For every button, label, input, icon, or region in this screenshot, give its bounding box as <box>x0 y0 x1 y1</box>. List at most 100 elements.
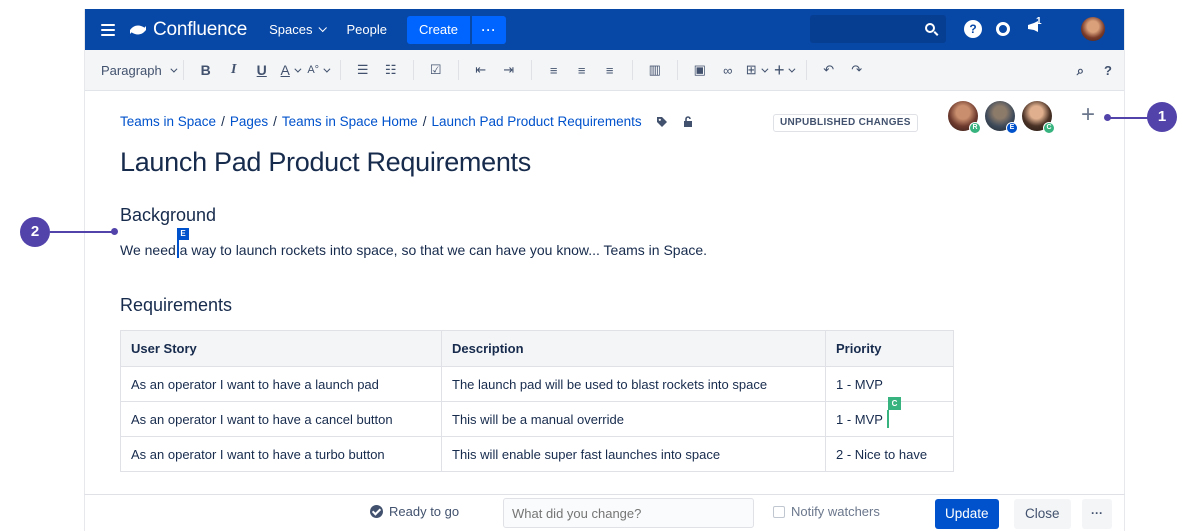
ready-status: Ready to go <box>370 504 459 519</box>
chevron-down-icon <box>170 65 178 73</box>
bullet-list-icon[interactable]: ☰ <box>352 58 374 82</box>
align-right-icon[interactable]: ≡ <box>599 58 621 82</box>
table-header-row: User Story Description Priority <box>120 330 954 367</box>
table-cell[interactable]: As an operator I want to have a launch p… <box>120 366 442 402</box>
avatar[interactable]: E <box>985 101 1018 134</box>
avatar[interactable]: C <box>1022 101 1055 134</box>
align-center-icon[interactable]: ≡ <box>571 58 593 82</box>
invite-collaborator-button[interactable]: + <box>1074 102 1102 130</box>
notify-watchers-option[interactable]: Notify watchers <box>773 504 880 519</box>
table-cell[interactable]: This will be a manual override <box>441 401 826 437</box>
more-options-button[interactable]: ··· <box>1082 499 1112 529</box>
callout-connector <box>50 231 112 233</box>
image-icon[interactable]: ▣ <box>689 58 711 82</box>
editor-help-icon[interactable]: ? <box>1104 63 1112 78</box>
text-color-button[interactable]: A <box>279 58 302 82</box>
table-row: As an operator I want to have a cancel b… <box>120 401 954 437</box>
avatar[interactable]: R <box>948 101 981 134</box>
chevron-down-icon <box>323 65 331 73</box>
collaborator-cursor-flag: E <box>177 228 189 240</box>
paragraph-style-dropdown[interactable]: Paragraph <box>101 62 178 78</box>
table-header-cell[interactable]: User Story <box>120 330 442 367</box>
requirements-table[interactable]: User Story Description Priority As an op… <box>120 330 954 472</box>
toolbar-divider <box>676 60 678 80</box>
requirements-heading[interactable]: Requirements <box>120 295 232 316</box>
restrictions-unlock-icon[interactable] <box>682 115 694 128</box>
search-input[interactable] <box>810 15 946 43</box>
status-badge: UNPUBLISHED CHANGES <box>773 114 918 132</box>
table-row: As an operator I want to have a launch p… <box>120 366 954 402</box>
numbered-list-icon[interactable]: ☷ <box>380 58 402 82</box>
create-button[interactable]: Create <box>406 15 471 44</box>
collaborator-cursor <box>887 410 889 428</box>
table-cell[interactable]: This will enable super fast launches int… <box>441 436 826 472</box>
spaces-menu[interactable]: Spaces <box>269 22 327 37</box>
spaces-label: Spaces <box>269 22 313 37</box>
page-title[interactable]: Launch Pad Product Requirements <box>120 147 531 178</box>
toolbar-divider <box>631 60 633 80</box>
align-left-icon[interactable]: ≡ <box>543 58 565 82</box>
toolbar-divider <box>339 60 341 80</box>
confluence-logo[interactable]: Confluence <box>129 19 247 41</box>
task-list-icon[interactable]: ☑ <box>425 58 447 82</box>
table-cell[interactable]: As an operator I want to have a cancel b… <box>120 401 442 437</box>
toolbar-divider <box>530 60 532 80</box>
find-replace-icon[interactable]: ⌕ <box>1077 63 1084 79</box>
top-navigation-bar: Confluence Spaces People Create ··· ? 1 <box>85 9 1124 50</box>
page-layout-icon[interactable]: ▥ <box>644 58 666 82</box>
breadcrumb-item[interactable]: Teams in Space <box>120 114 216 129</box>
link-icon[interactable]: ∞ <box>717 58 739 82</box>
collaborator-badge: R <box>969 122 981 134</box>
background-heading[interactable]: Background <box>120 205 216 226</box>
search-icon <box>925 23 935 33</box>
confluence-logo-icon <box>130 25 146 34</box>
paragraph-style-label: Paragraph <box>101 62 162 78</box>
collaborator-cursor-flag: C <box>888 397 901 410</box>
menu-icon[interactable] <box>101 23 115 36</box>
callout-dot <box>1104 114 1111 121</box>
people-link[interactable]: People <box>347 22 387 37</box>
table-cell[interactable]: 2 - Nice to have <box>825 436 954 472</box>
chevron-down-icon <box>788 65 796 73</box>
user-avatar[interactable] <box>1081 17 1105 41</box>
change-comment-input[interactable] <box>503 498 754 528</box>
outdent-icon[interactable]: ⇤ <box>470 58 492 82</box>
table-cell[interactable]: As an operator I want to have a turbo bu… <box>120 436 442 472</box>
indent-icon[interactable]: ⇥ <box>498 58 520 82</box>
app-name: Confluence <box>153 18 248 40</box>
notifications-icon[interactable]: 1 <box>1027 16 1045 38</box>
bold-button[interactable]: B <box>195 58 217 82</box>
background-paragraph[interactable]: We need a way to launch rockets into spa… <box>120 242 707 258</box>
close-button[interactable]: Close <box>1014 499 1071 529</box>
callout-badge: 1 <box>1147 102 1177 132</box>
collaborator-badge: E <box>1006 122 1018 134</box>
chevron-down-icon <box>761 65 769 73</box>
breadcrumb-item[interactable]: Pages <box>230 114 268 129</box>
help-icon[interactable]: ? <box>964 20 982 38</box>
table-cell[interactable]: The launch pad will be used to blast roc… <box>441 366 826 402</box>
table-row: As an operator I want to have a turbo bu… <box>120 436 954 472</box>
table-header-cell[interactable]: Description <box>441 330 826 367</box>
callout-connector <box>1108 117 1148 119</box>
callout-dot <box>111 228 118 235</box>
toolbar-divider <box>805 60 807 80</box>
undo-icon[interactable]: ↶ <box>818 58 840 82</box>
update-button[interactable]: Update <box>935 499 999 529</box>
table-icon[interactable]: ⊞ <box>745 58 769 82</box>
label-icon[interactable] <box>656 116 668 128</box>
table-header-cell[interactable]: Priority <box>825 330 954 367</box>
italic-button[interactable]: I <box>223 58 245 82</box>
more-formatting-button[interactable]: A° <box>307 58 331 82</box>
breadcrumb-item[interactable]: Launch Pad Product Requirements <box>431 114 641 129</box>
notification-count: 1 <box>1036 16 1042 27</box>
more-formatting-label: A° <box>307 64 320 76</box>
breadcrumb-item[interactable]: Teams in Space Home <box>282 114 418 129</box>
redo-icon[interactable]: ↷ <box>846 58 868 82</box>
notify-watchers-checkbox[interactable] <box>773 505 785 518</box>
ready-label: Ready to go <box>389 504 460 519</box>
underline-button[interactable]: U <box>251 58 273 82</box>
notify-watchers-label: Notify watchers <box>791 504 880 519</box>
gear-icon[interactable] <box>996 22 1010 36</box>
insert-more-icon[interactable]: + <box>773 58 796 82</box>
create-more-button[interactable]: ··· <box>472 15 507 44</box>
